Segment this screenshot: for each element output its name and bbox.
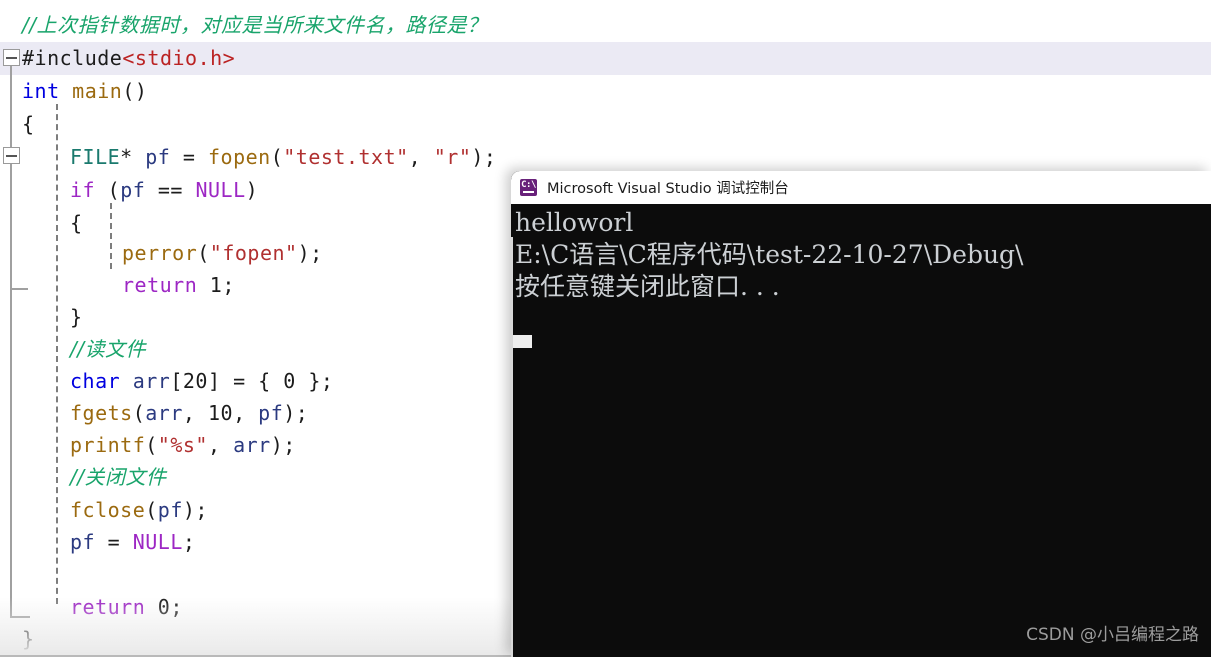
console-titlebar[interactable]: C:\ Microsoft Visual Studio 调试控制台 <box>511 171 1211 204</box>
console-left-edge <box>511 237 513 657</box>
screenshot-root: //上次指针数据时，对应是当所来文件名，路径是？ #include<stdio.… <box>0 0 1211 657</box>
code-line-3: { <box>0 75 1211 136</box>
console-line-0: helloworl <box>515 208 634 237</box>
code-line-2: int main() <box>0 42 1211 103</box>
console-app-icon: C:\ <box>520 179 537 196</box>
code-line-0: //上次指针数据时，对应是当所来文件名，路径是？ <box>0 0 1211 37</box>
code-line-4: FILE* pf = fopen("test.txt", "r"); <box>0 108 1211 169</box>
console-cursor <box>513 335 532 348</box>
console-line-1: E:\C语言\C程序代码\test-22-10-27\Debug\ <box>515 240 1024 269</box>
debug-console-window[interactable]: C:\ Microsoft Visual Studio 调试控制台 hellow… <box>511 171 1211 657</box>
watermark-text: CSDN @小吕编程之路 <box>1026 625 1199 645</box>
code-line-1: #include<stdio.h> <box>0 9 1211 70</box>
code-line-5: if (pf == NULL) <box>0 141 1211 202</box>
console-line-2: 按任意键关闭此窗口. . . <box>515 272 780 301</box>
code-line-19-text: } <box>22 627 35 651</box>
console-output-area[interactable]: helloworl E:\C语言\C程序代码\test-22-10-27\Deb… <box>511 204 1211 657</box>
console-title: Microsoft Visual Studio 调试控制台 <box>547 181 789 197</box>
